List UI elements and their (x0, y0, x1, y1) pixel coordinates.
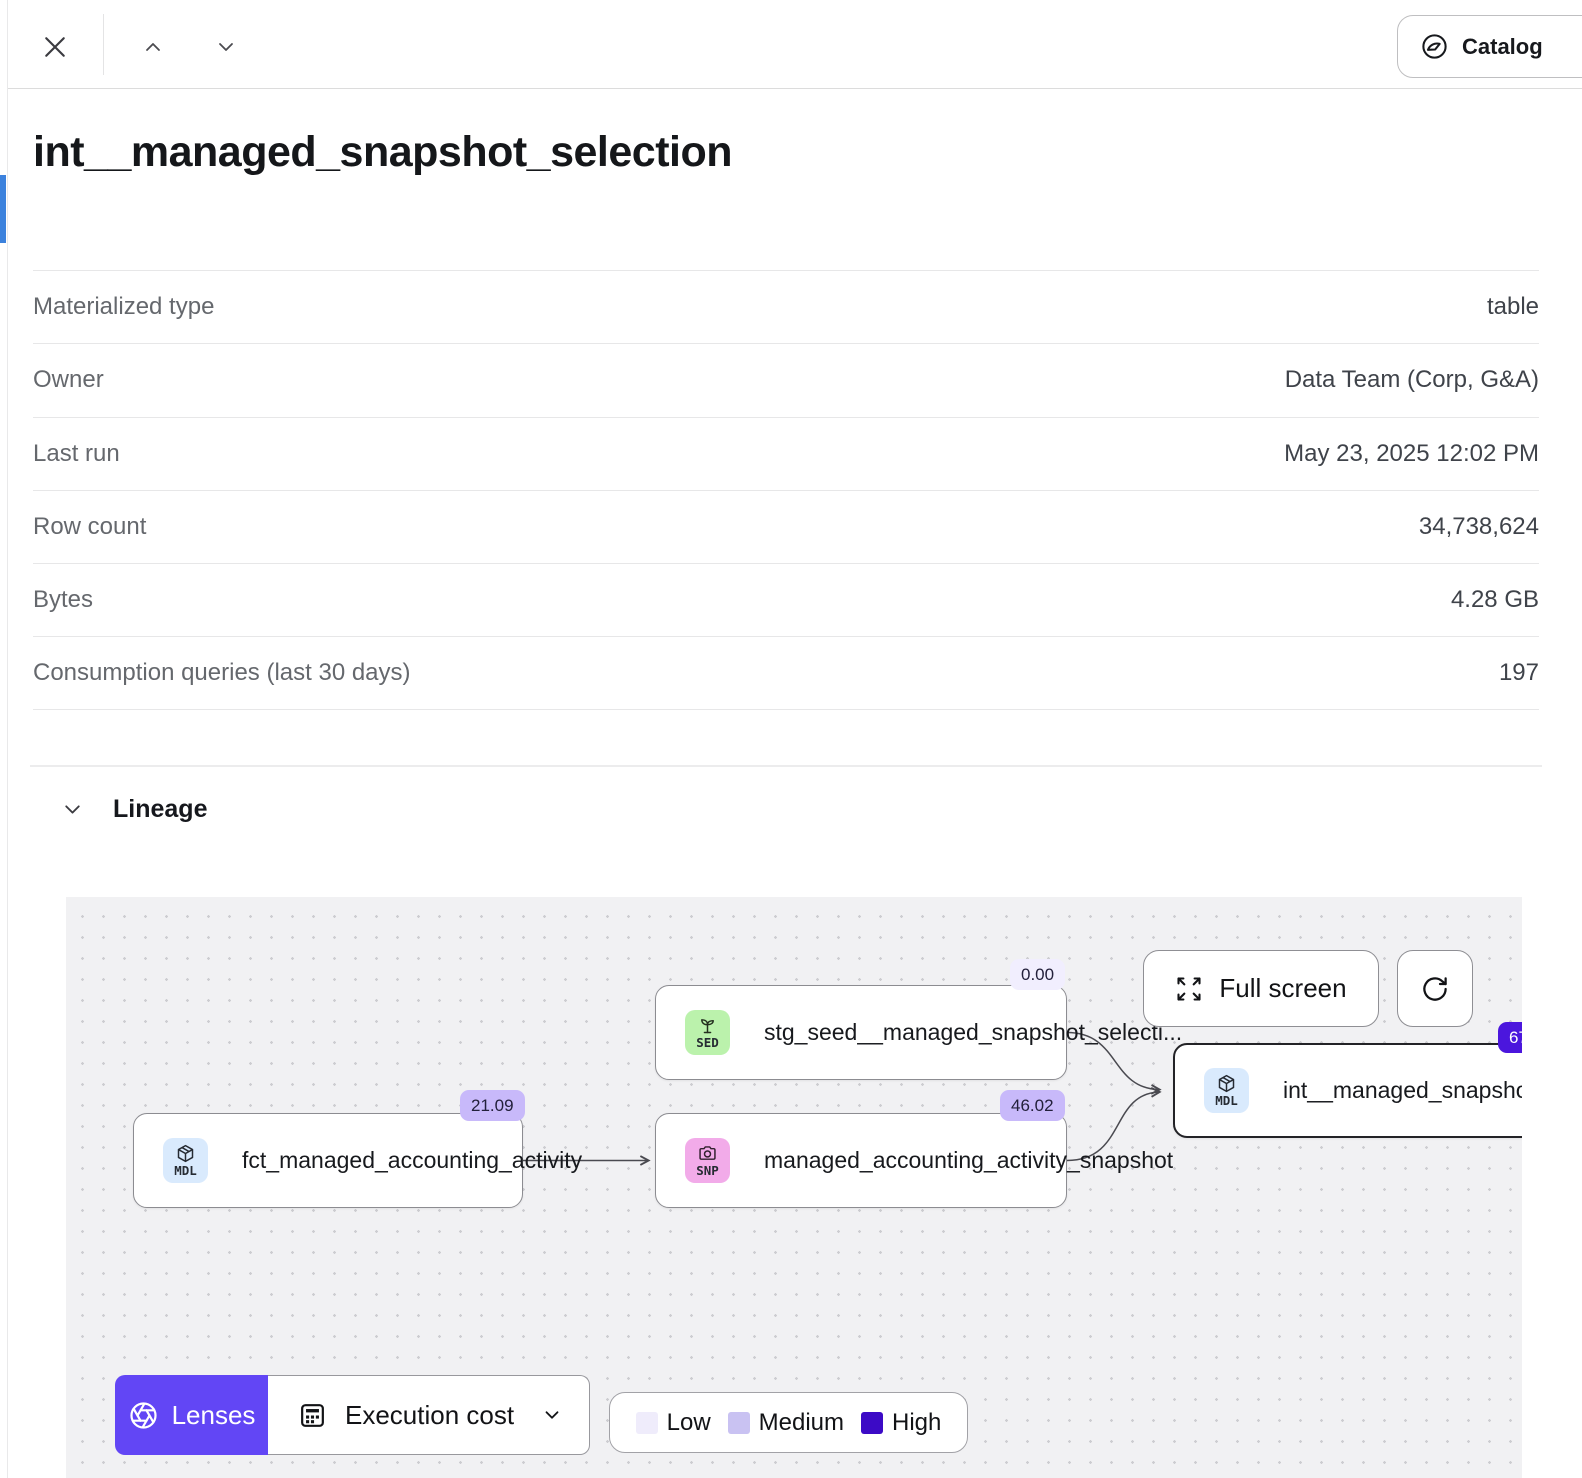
table-row: Consumption queries (last 30 days) 197 (33, 636, 1539, 709)
toolbar-divider (103, 14, 104, 75)
cost-badge: 46.02 (1000, 1090, 1065, 1121)
chevron-up-icon (141, 35, 165, 59)
seed-type-chip: SED (685, 1010, 730, 1055)
detail-panel: Catalog int__managed_snapshot_selection … (0, 0, 1582, 1478)
row-value: 4.28 GB (1451, 586, 1539, 614)
node-name: managed_accounting_activity_snapshot (764, 1147, 1173, 1174)
fullscreen-button[interactable]: Full screen (1143, 950, 1379, 1027)
catalog-button[interactable]: Catalog (1397, 15, 1582, 78)
close-button[interactable] (35, 27, 75, 67)
table-row: Bytes 4.28 GB (33, 563, 1539, 636)
cost-badge: 67 (1498, 1022, 1522, 1053)
legend-item-medium: Medium (728, 1409, 844, 1437)
refresh-icon (1420, 974, 1450, 1004)
node-name: stg_seed__managed_snapshot_selecti... (764, 1019, 1182, 1046)
close-icon (40, 32, 70, 62)
expand-icon (1175, 975, 1203, 1003)
model-type-chip: MDL (1204, 1068, 1249, 1113)
row-label: Materialized type (33, 293, 214, 321)
fullscreen-button-label: Full screen (1219, 973, 1346, 1004)
row-value: May 23, 2025 12:02 PM (1284, 440, 1539, 468)
cost-badge: 21.09 (460, 1090, 525, 1121)
row-label: Last run (33, 440, 120, 468)
chevron-down-icon (541, 1404, 563, 1426)
legend-item-high: High (861, 1409, 941, 1437)
lineage-node-fct-managed-accounting-activity[interactable]: MDL fct_managed_accounting_activity (133, 1113, 523, 1208)
selected-lens-label: Execution cost (345, 1400, 514, 1431)
legend-item-low: Low (636, 1409, 711, 1437)
top-toolbar: Catalog (8, 0, 1582, 89)
cost-badge: 0.00 (1010, 959, 1065, 990)
legend-swatch-high (861, 1412, 883, 1434)
node-type-label: MDL (1215, 1095, 1238, 1108)
row-label: Owner (33, 366, 104, 394)
table-row: Materialized type table (33, 270, 1539, 343)
table-row: Owner Data Team (Corp, G&A) (33, 343, 1539, 416)
lineage-node-stg-seed-managed-snapshot-selection[interactable]: SED stg_seed__managed_snapshot_selecti..… (655, 985, 1067, 1080)
compass-icon (1420, 32, 1449, 61)
lenses-control: Lenses Execution cost (115, 1375, 590, 1455)
table-row: Last run May 23, 2025 12:02 PM (33, 417, 1539, 490)
aperture-icon (128, 1400, 159, 1431)
cube-icon (1216, 1073, 1237, 1094)
page-title: int__managed_snapshot_selection (33, 128, 732, 177)
execution-cost-icon (297, 1400, 328, 1431)
model-type-chip: MDL (163, 1138, 208, 1183)
lineage-section-title: Lineage (113, 795, 207, 824)
section-divider (30, 765, 1542, 767)
node-type-label: SED (696, 1037, 719, 1050)
seedling-icon (697, 1015, 718, 1036)
row-label: Consumption queries (last 30 days) (33, 659, 411, 687)
chevron-down-icon (60, 797, 85, 822)
legend-swatch-low (636, 1412, 658, 1434)
lineage-graph-canvas[interactable]: 21.09 0.00 46.02 67 MDL fct_managed_acco… (66, 897, 1522, 1478)
catalog-button-label: Catalog (1462, 34, 1543, 60)
refresh-button[interactable] (1397, 950, 1473, 1027)
lineage-node-managed-accounting-activity-snapshot[interactable]: SNP managed_accounting_activity_snapshot (655, 1113, 1067, 1208)
lineage-node-int-managed-snapshot-selection[interactable]: MDL int__managed_snapshot_selection (1173, 1043, 1522, 1138)
row-label: Bytes (33, 586, 93, 614)
node-name: fct_managed_accounting_activity (242, 1147, 582, 1174)
row-label: Row count (33, 513, 146, 541)
row-value: 34,738,624 (1419, 513, 1539, 541)
previous-item-button[interactable] (133, 30, 173, 64)
lenses-button-label: Lenses (172, 1400, 256, 1431)
lenses-button[interactable]: Lenses (115, 1375, 268, 1455)
cube-icon (175, 1143, 196, 1164)
row-value: table (1487, 293, 1539, 321)
node-type-label: SNP (696, 1165, 719, 1178)
next-item-button[interactable] (206, 30, 246, 64)
lineage-collapse-button[interactable] (60, 797, 85, 822)
left-blue-indicator (0, 175, 6, 243)
metadata-table: Materialized type table Owner Data Team … (33, 270, 1539, 710)
camera-icon (697, 1143, 718, 1164)
table-row: Row count 34,738,624 (33, 490, 1539, 563)
cost-legend: Low Medium High (609, 1392, 968, 1453)
lens-select-dropdown[interactable]: Execution cost (268, 1375, 590, 1455)
legend-swatch-medium (728, 1412, 750, 1434)
chevron-down-icon (214, 35, 238, 59)
node-type-label: MDL (174, 1165, 197, 1178)
node-name: int__managed_snapshot_selection (1283, 1077, 1522, 1104)
row-value: Data Team (Corp, G&A) (1285, 366, 1539, 394)
panel-left-border (7, 0, 8, 1478)
snapshot-type-chip: SNP (685, 1138, 730, 1183)
row-value: 197 (1499, 659, 1539, 687)
